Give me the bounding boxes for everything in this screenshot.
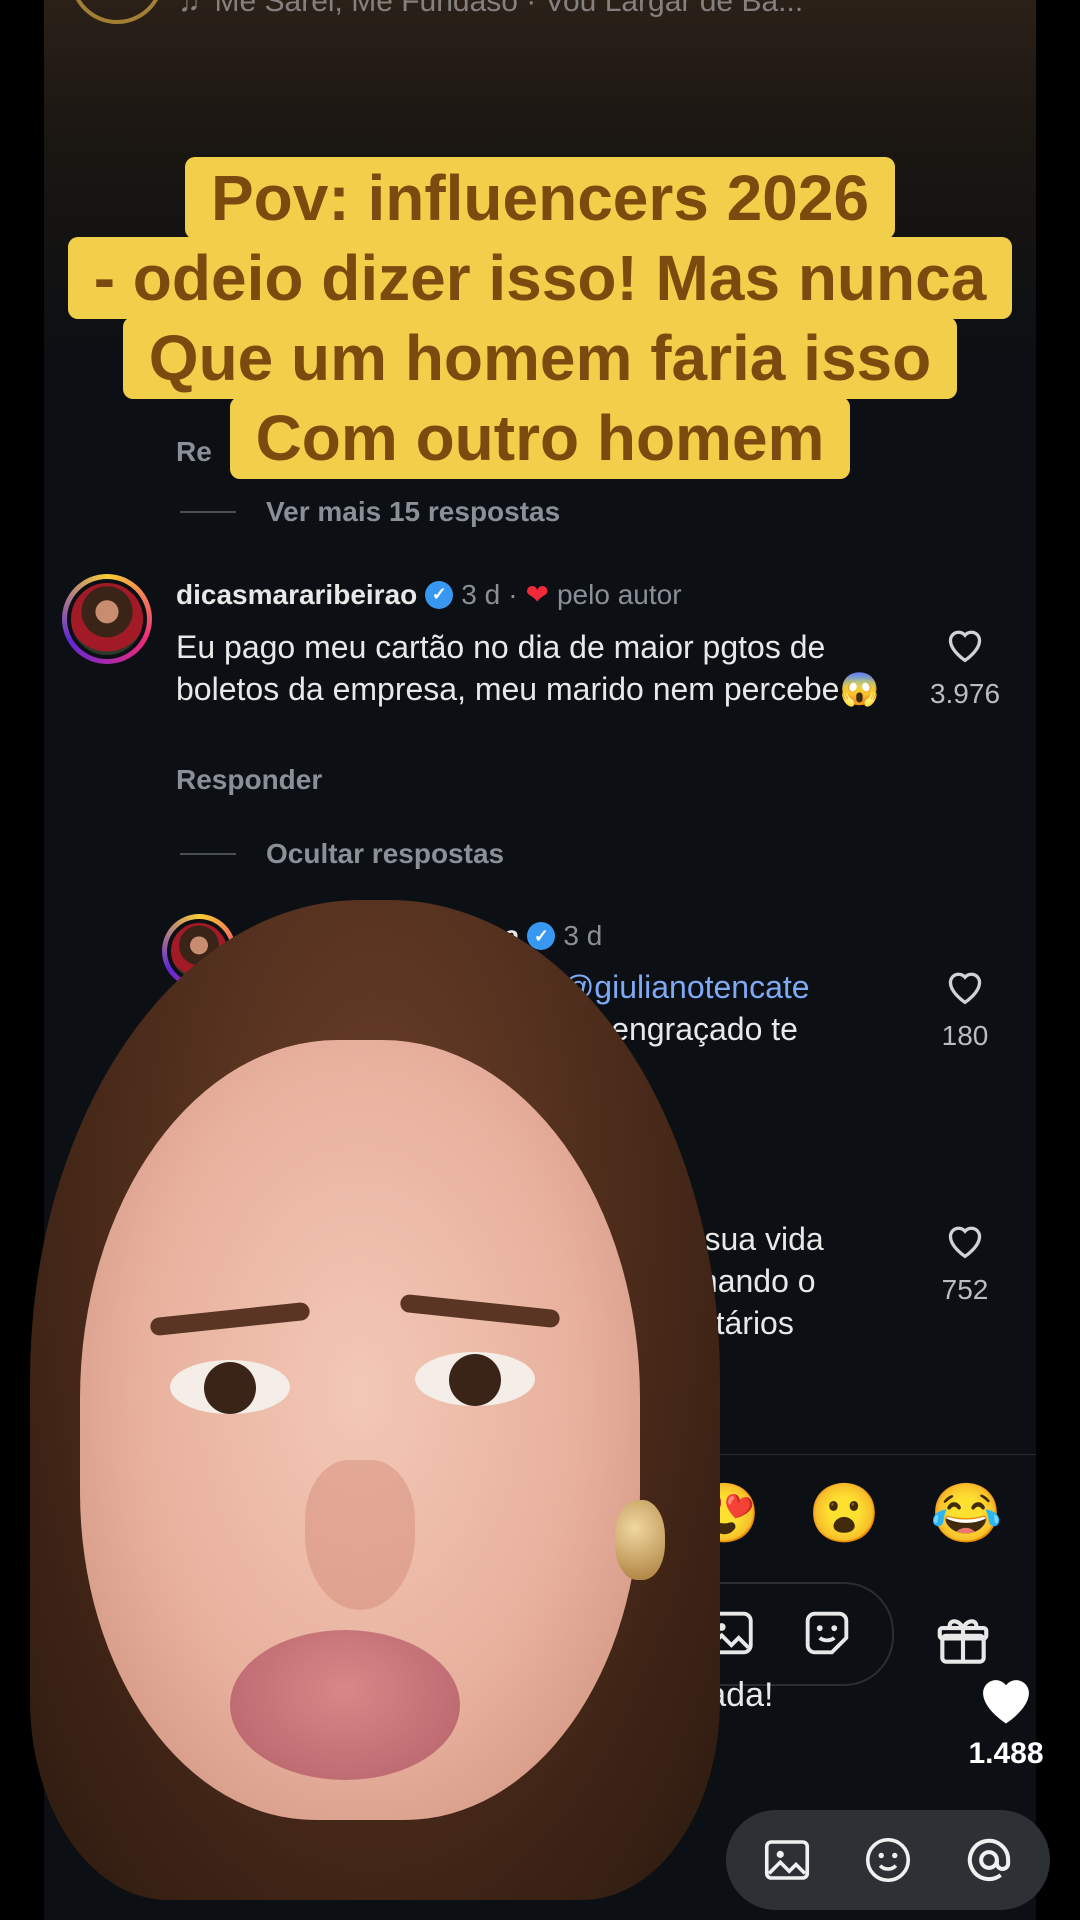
comment-time: 3 d [461, 578, 501, 610]
earring [615, 1500, 665, 1580]
lips [230, 1630, 460, 1780]
reply-like[interactable]: 180 [910, 966, 1020, 1052]
hide-replies-label: Ocultar respostas [266, 838, 505, 869]
divider-line [180, 853, 236, 855]
view-more-replies[interactable]: Ver mais 15 respostas [180, 496, 560, 528]
heart-outline-icon [948, 630, 982, 663]
comment-like[interactable]: 752 [910, 1220, 1020, 1306]
like-count: 752 [941, 1274, 989, 1305]
laughing-emoji-button[interactable]: 😂 [930, 1480, 1002, 1548]
video-like-count: 1.488 [968, 1737, 1044, 1770]
like-count: 180 [941, 1020, 989, 1051]
left-eye [170, 1360, 290, 1414]
bottom-input-bar[interactable] [726, 1810, 1050, 1910]
emoji-icon[interactable] [861, 1833, 915, 1887]
hide-replies[interactable]: Ocultar respostas [180, 838, 504, 870]
mention-icon[interactable] [962, 1833, 1016, 1887]
comment-username[interactable]: dicasmararibeirao [176, 579, 417, 611]
comment-header: dicasmararibeirao ✓ 3 d · ❤ pelo autor [176, 578, 682, 611]
heart-icon: ❤ [525, 579, 549, 610]
comment-like[interactable]: 3.976 [910, 624, 1020, 710]
caption-line: Pov: influencers 2026 [184, 157, 896, 239]
right-eye [415, 1352, 535, 1406]
partial-reply-link[interactable]: Re [176, 436, 212, 468]
image-icon[interactable] [760, 1833, 814, 1887]
author-liked-badge: pelo autor [556, 578, 682, 610]
like-count: 3.976 [929, 678, 1001, 709]
left-eyebrow [149, 1301, 311, 1337]
separator-dot: · [508, 578, 518, 610]
verified-icon: ✓ [425, 580, 454, 609]
right-eyebrow [399, 1293, 561, 1329]
caption-line: Com outro homem [229, 397, 851, 479]
music-note-icon: ♫ [178, 0, 201, 18]
comment-text: Eu pago meu cartão no dia de maior pgtos… [176, 629, 880, 707]
gift-icon[interactable] [932, 1610, 994, 1672]
caption-line: Que um homem faria isso [122, 317, 958, 399]
view-more-replies-label: Ver mais 15 respostas [266, 496, 561, 527]
heart-outline-icon [948, 1226, 982, 1259]
face [80, 1040, 640, 1820]
music-row[interactable]: ♫ Me Sarei, Me Fundaso · Vou Largar de B… [70, 0, 804, 24]
comment-avatar[interactable] [62, 574, 152, 664]
heart-outline-icon [948, 972, 982, 1005]
sticker-icon[interactable] [798, 1604, 856, 1662]
reply-button[interactable]: Responder [176, 764, 322, 796]
creator-avatar[interactable] [70, 0, 164, 24]
caption-line: - odeio dizer isso! Mas nunca [67, 237, 1013, 319]
nose [305, 1460, 415, 1610]
heart-filled-icon [983, 1680, 1029, 1724]
divider-line [180, 511, 236, 513]
creator-face-overlay [0, 900, 760, 1920]
surprised-emoji-button[interactable]: 😮 [808, 1480, 880, 1548]
video-like[interactable]: 1.488 [946, 1670, 1066, 1771]
music-title: Me Sarei, Me Fundaso · Vou Largar de Ba.… [214, 0, 804, 18]
video-caption: Pov: influencers 2026 - odeio dizer isso… [0, 157, 1080, 479]
